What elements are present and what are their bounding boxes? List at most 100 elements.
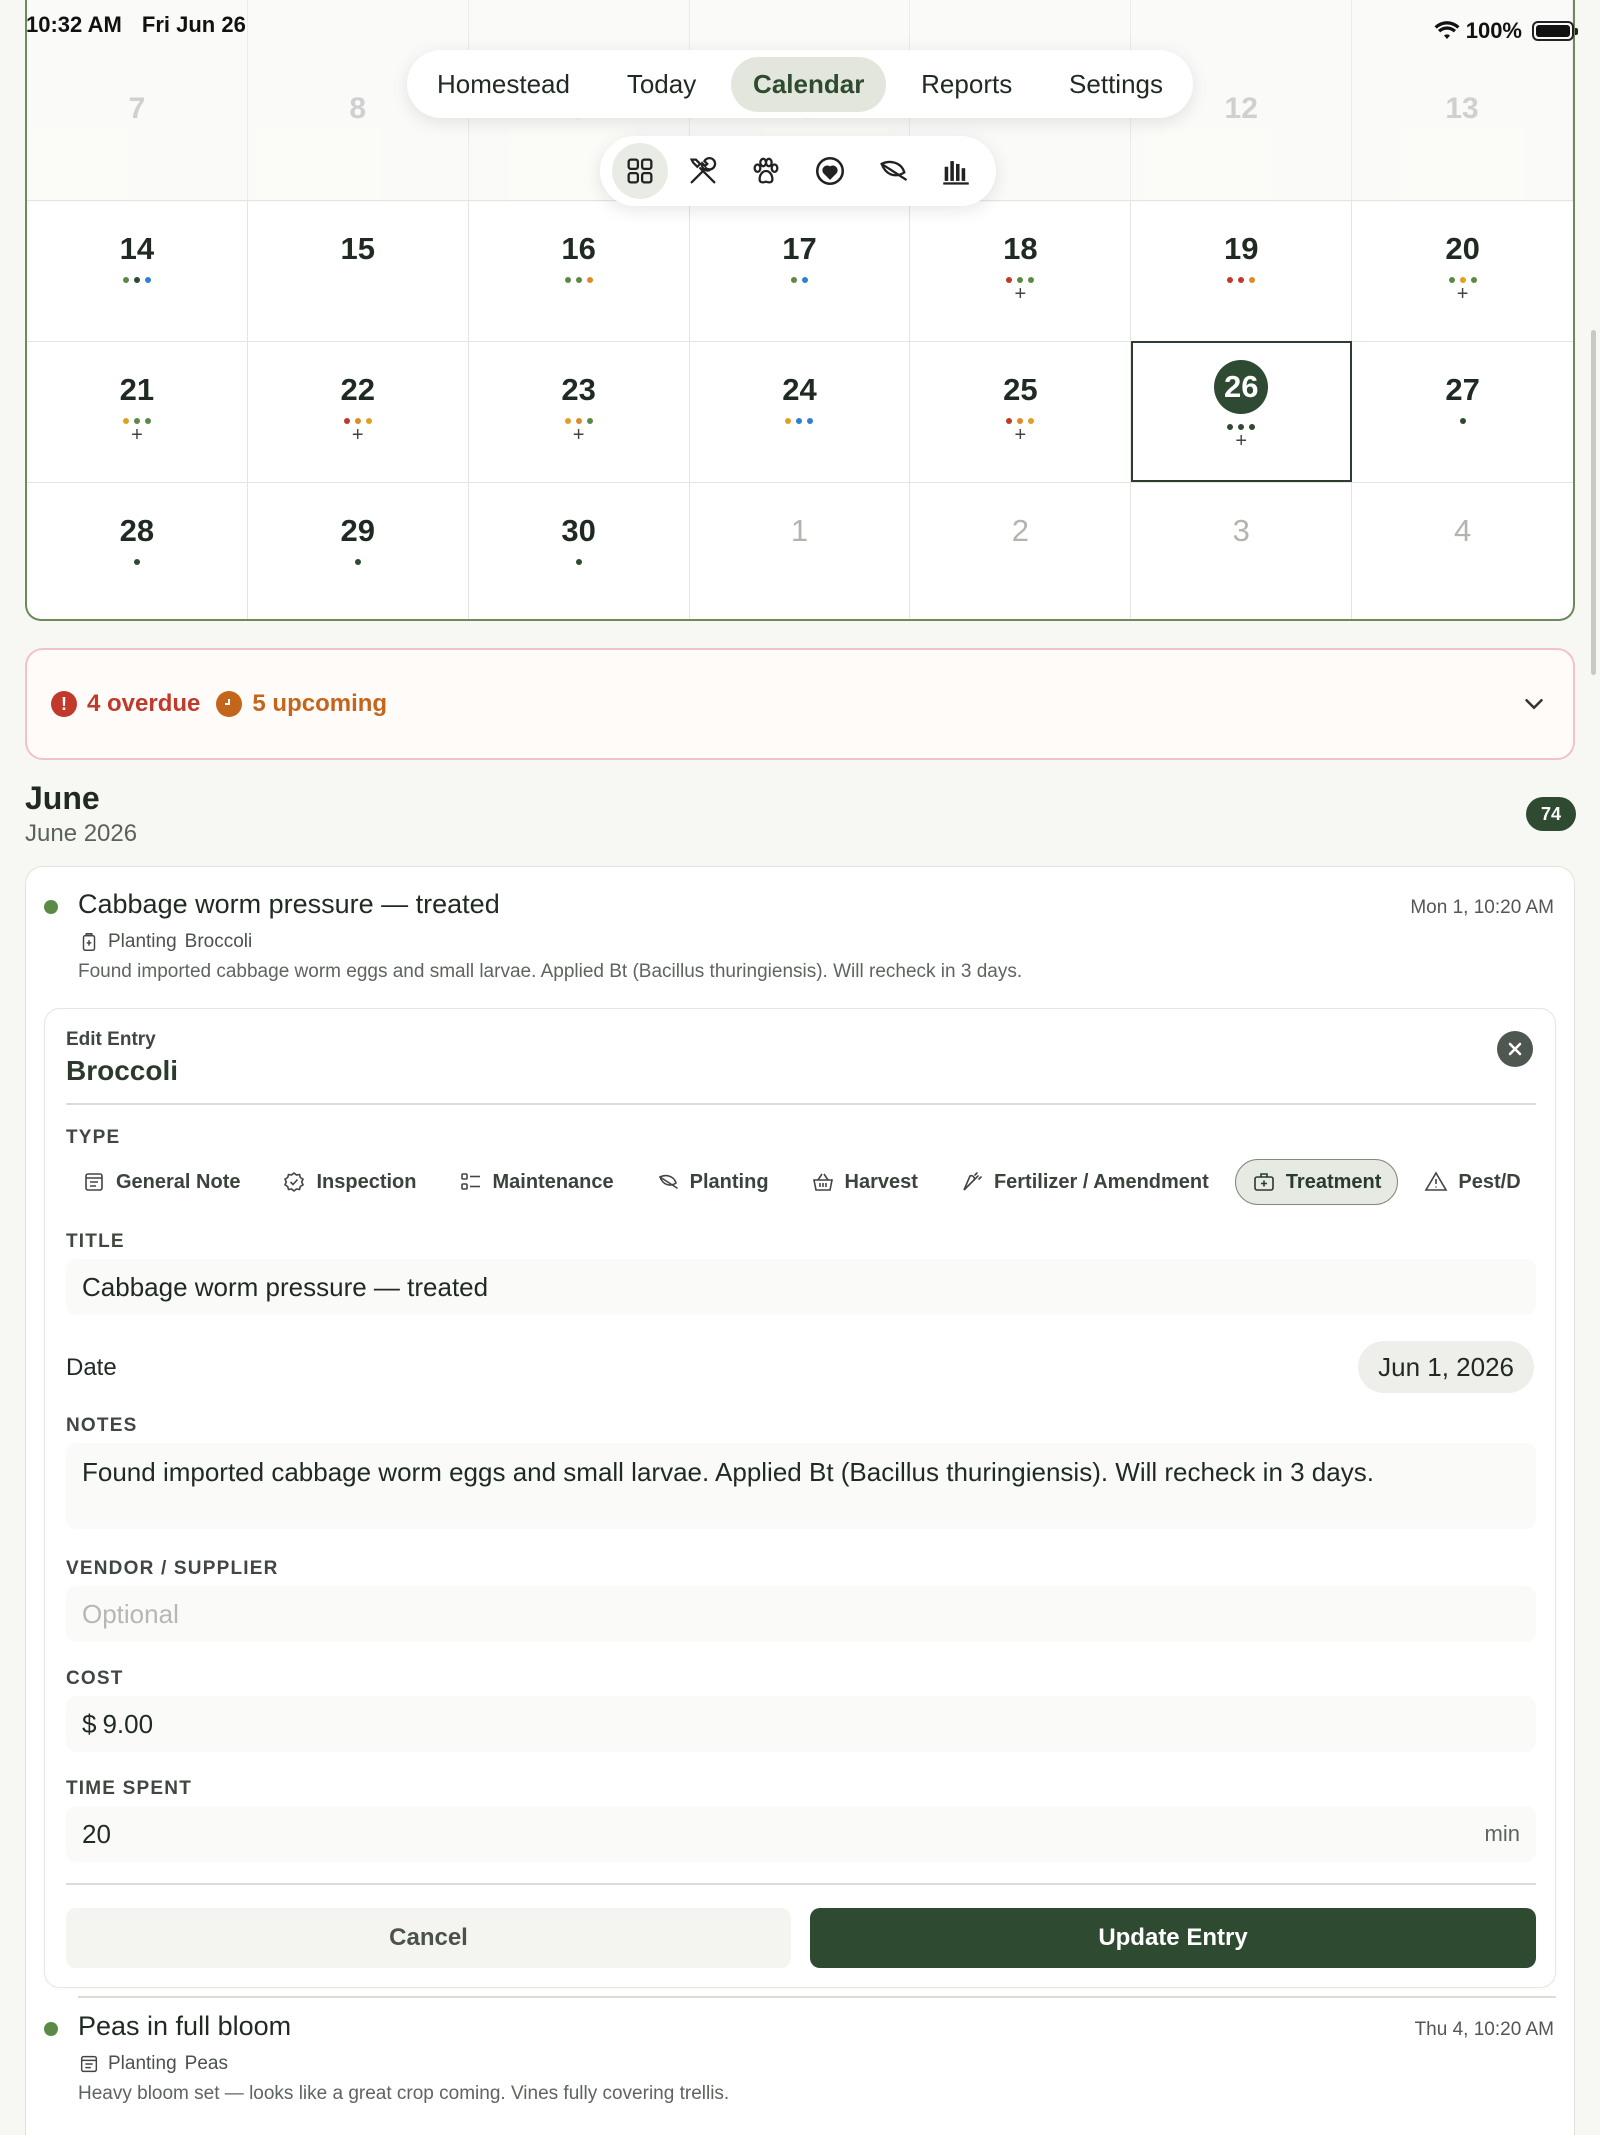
more-events-indicator: + — [1456, 283, 1469, 305]
calendar-day[interactable]: 29 — [247, 482, 469, 619]
type-chip-fertilizer[interactable]: Fertilizer / Amendment — [943, 1159, 1225, 1205]
battery-icon — [1532, 21, 1578, 41]
event-dot — [365, 418, 372, 424]
entry-count-badge: 74 — [1526, 797, 1576, 831]
chevron-down-icon[interactable] — [1519, 689, 1549, 719]
entry-meta: Planting Broccoli — [78, 931, 252, 953]
filter-animals-button[interactable] — [738, 143, 794, 199]
event-dot — [586, 418, 593, 424]
calendar-days: 14 15 16 17 18 +19 20 +21 +22 +23 +24 25 +26 +27 28 29 3… — [27, 200, 1573, 619]
more-events-indicator: + — [131, 424, 143, 446]
event-dot — [1006, 418, 1013, 424]
type-chip-planting[interactable]: Planting — [639, 1159, 785, 1205]
leaf-icon — [658, 1174, 678, 1189]
time-spent-label: TIME SPENT — [66, 1778, 193, 1799]
divider — [66, 1103, 1536, 1105]
event-dot — [343, 418, 350, 424]
clock-icon — [216, 691, 243, 717]
status-bar: 10:32 AM Fri Jun 26 100% — [0, 0, 1600, 50]
list-item[interactable]: Peas in full bloom Thu 4, 10:20 AM Plant… — [26, 1989, 1574, 2129]
calendar-day[interactable]: 16 — [468, 200, 690, 341]
calendar-day[interactable]: 3 — [1131, 482, 1353, 619]
alerts-summary[interactable]: ! 4 overdue 5 upcoming — [25, 648, 1575, 760]
filter-plants-button[interactable] — [865, 143, 921, 199]
badge-check-icon — [284, 1171, 305, 1193]
filter-reports-button[interactable] — [928, 143, 984, 199]
type-chip-maintenance[interactable]: Maintenance — [442, 1159, 630, 1205]
calendar-day[interactable]: 28 — [27, 482, 248, 619]
calendar-day[interactable]: 27 — [1352, 341, 1573, 482]
notes-textarea[interactable]: Found imported cabbage worm eggs and sma… — [66, 1443, 1536, 1529]
time-spent-input[interactable]: 20 min — [66, 1806, 1536, 1862]
calendar-day[interactable]: 24 — [689, 341, 911, 482]
cancel-button[interactable]: Cancel — [66, 1908, 791, 1968]
calendar-day[interactable]: 17 — [689, 200, 911, 341]
type-chip-inspection[interactable]: Inspection — [266, 1159, 433, 1205]
event-dots — [469, 559, 689, 566]
tab-reports[interactable]: Reports — [899, 57, 1034, 112]
note-icon — [80, 2055, 98, 2073]
checklist-icon — [460, 1173, 480, 1190]
update-entry-button[interactable]: Update Entry — [810, 1908, 1536, 1968]
overdue-label: 4 overdue — [87, 690, 201, 717]
basket-icon — [812, 1173, 833, 1191]
type-chip-general-note[interactable]: General Note — [66, 1159, 257, 1205]
calendar-day[interactable]: 2 — [910, 482, 1132, 619]
calendar-day[interactable]: 15 — [247, 200, 469, 341]
event-dots — [248, 277, 468, 284]
entry-meta: Planting Peas — [78, 2053, 228, 2075]
calendar-day[interactable]: 21 + — [27, 341, 248, 482]
event-dot — [564, 418, 571, 424]
calendar-day[interactable]: 30 — [468, 482, 690, 619]
calendar-day[interactable]: 19 — [1131, 200, 1353, 341]
event-dot — [144, 277, 151, 283]
tools-icon — [689, 156, 717, 184]
type-selector: General Note Inspection Maintenance Plan… — [66, 1159, 1536, 1209]
day-number: 28 — [119, 513, 155, 548]
event-dots — [1131, 277, 1351, 284]
filter-all-button[interactable] — [611, 143, 668, 199]
tab-homestead[interactable]: Homestead — [415, 57, 592, 112]
event-dot — [807, 418, 814, 424]
grid-icon — [627, 158, 653, 184]
calendar-day[interactable]: 25 + — [910, 341, 1132, 482]
tab-settings[interactable]: Settings — [1047, 57, 1185, 112]
title-input[interactable]: Cabbage worm pressure — treated — [66, 1259, 1536, 1315]
date-picker[interactable]: Jun 1, 2026 — [1358, 1341, 1534, 1393]
filter-tools-button[interactable] — [675, 143, 731, 199]
tab-today[interactable]: Today — [605, 57, 718, 112]
calendar-day[interactable]: 23 + — [468, 341, 690, 482]
filter-health-button[interactable] — [802, 143, 858, 199]
list-item[interactable]: Cabbage worm pressure — treated Mon 1, 1… — [26, 867, 1574, 1007]
upcoming-summary[interactable]: 5 upcoming — [216, 690, 387, 718]
vendor-input[interactable]: Optional — [66, 1586, 1536, 1642]
calendar-day-selected[interactable]: 26 + — [1131, 341, 1353, 482]
day-number: 27 — [1445, 372, 1480, 407]
entry-title: Cabbage worm pressure — treated — [78, 889, 500, 919]
more-events-indicator: + — [1235, 430, 1248, 452]
time-unit: min — [1484, 1821, 1520, 1846]
type-chip-harvest[interactable]: Harvest — [794, 1159, 934, 1205]
entry-description: Found imported cabbage worm eggs and sma… — [78, 961, 1023, 982]
overdue-summary[interactable]: ! 4 overdue — [51, 690, 200, 718]
calendar-day[interactable]: 4 — [1352, 482, 1573, 619]
calendar-day[interactable]: 1 — [689, 482, 911, 619]
warning-icon — [1424, 1171, 1448, 1191]
event-dots — [690, 418, 910, 425]
close-button[interactable] — [1497, 1031, 1533, 1067]
edit-entry-form: Edit Entry Broccoli TYPE General Note In… — [44, 1008, 1556, 1988]
cost-input[interactable]: $ 9.00 — [66, 1696, 1536, 1752]
event-dot — [122, 277, 129, 283]
paw-icon — [753, 157, 779, 184]
first-aid-icon — [1253, 1173, 1274, 1191]
calendar-day[interactable]: 14 — [27, 200, 248, 341]
calendar-day[interactable]: 22 + — [247, 341, 469, 482]
scrollbar[interactable] — [1591, 330, 1596, 675]
type-chip-treatment[interactable]: Treatment — [1234, 1159, 1399, 1205]
type-chip-pest[interactable]: Pest/D — [1408, 1159, 1536, 1205]
calendar-day[interactable]: 18 + — [910, 200, 1132, 341]
calendar-day[interactable]: 20 + — [1352, 200, 1573, 341]
status-date: Fri Jun 26 — [141, 12, 246, 37]
currency-symbol: $ — [82, 1708, 97, 1739]
tab-calendar[interactable]: Calendar — [731, 56, 887, 112]
